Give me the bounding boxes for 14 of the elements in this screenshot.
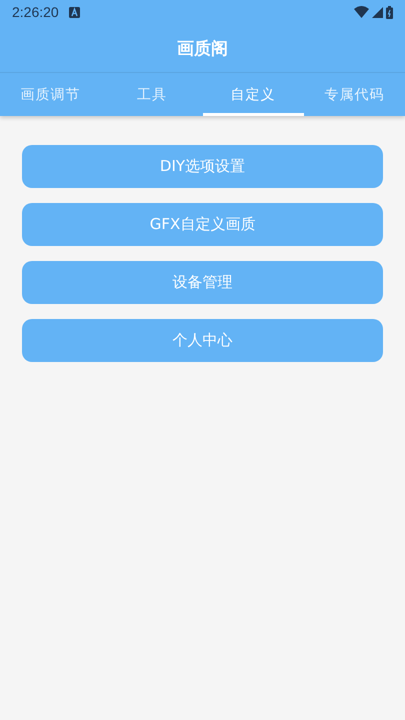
tab[interactable]: 专属代码 <box>304 73 405 116</box>
status-time: 2:26:20 <box>12 4 59 20</box>
menu-button[interactable]: 设备管理 <box>22 261 383 304</box>
tab[interactable]: 自定义 <box>202 73 304 116</box>
tab[interactable]: 工具 <box>101 73 202 116</box>
app-title: 画质阁 <box>177 38 228 60</box>
notification-icon <box>68 6 80 18</box>
menu-button[interactable]: DIY选项设置 <box>22 145 383 188</box>
signal-icon <box>372 6 383 18</box>
menu-button[interactable]: GFX自定义画质 <box>22 203 383 246</box>
wifi-icon <box>354 6 369 18</box>
tab[interactable]: 画质调节 <box>0 73 102 116</box>
menu-button[interactable]: 个人中心 <box>22 319 383 362</box>
battery-icon <box>386 6 393 18</box>
